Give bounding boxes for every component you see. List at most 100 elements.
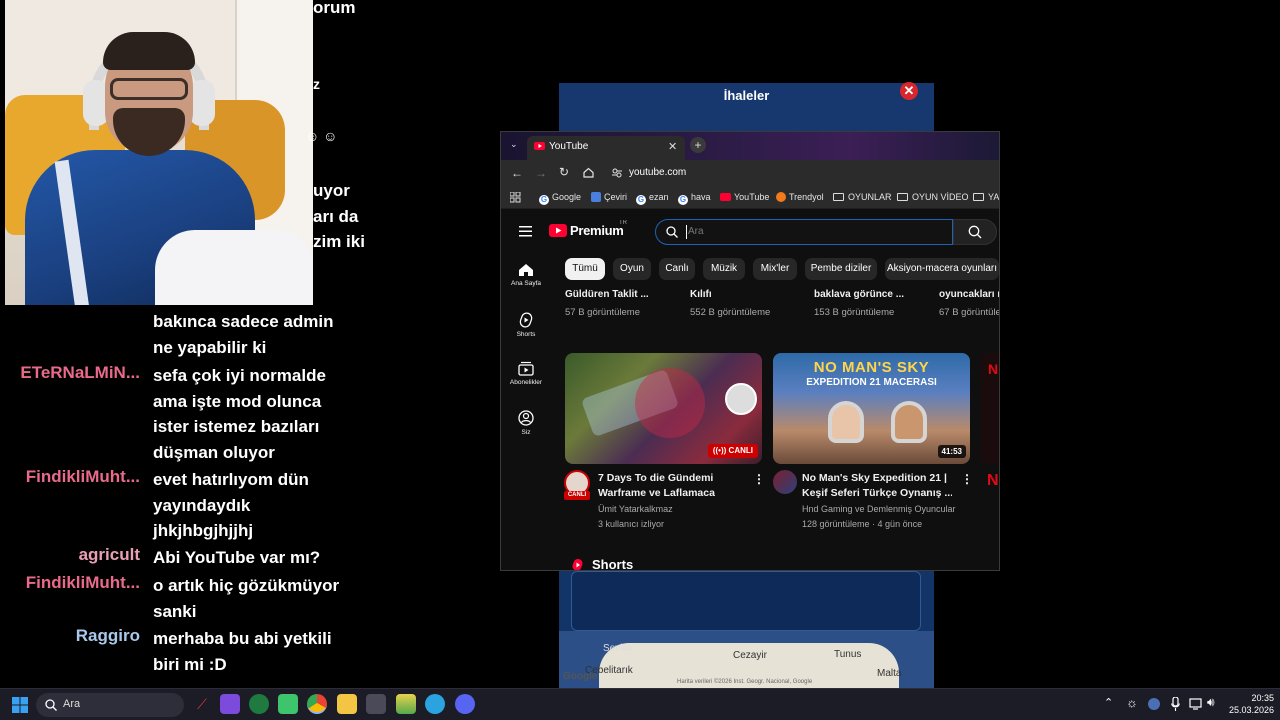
chat-username[interactable]: FindikliMuht...: [0, 573, 140, 593]
bookmark-label: hava: [691, 192, 711, 202]
steam-icon[interactable]: [1148, 698, 1160, 710]
video-views: 153 B görüntüleme: [814, 307, 895, 318]
chip-aksiyon-macera[interactable]: Aksiyon-macera oyunları: [885, 258, 999, 280]
sidebar-item-shorts[interactable]: Shorts: [504, 312, 548, 338]
channel-name[interactable]: Hnd Gaming ve Demlenmiş Oyuncular: [802, 504, 967, 514]
chat-text: bakınca sadece admin: [153, 312, 334, 331]
site-settings-icon[interactable]: [611, 167, 623, 179]
video-title[interactable]: oyuncakları r: [939, 289, 999, 300]
bookmark-google[interactable]: G Google: [539, 192, 581, 205]
back-icon[interactable]: ←: [511, 166, 523, 180]
home-icon[interactable]: [583, 167, 594, 178]
chip-tumu[interactable]: Tümü: [565, 258, 605, 280]
bookmark-folder-ya[interactable]: YA: [973, 192, 999, 202]
tab-list-icon[interactable]: ⌄: [510, 139, 518, 150]
windows-start-icon[interactable]: [12, 697, 28, 713]
menu-icon[interactable]: [519, 226, 532, 237]
video-title[interactable]: No Man's Sky Expedition 21 |: [802, 472, 952, 484]
calculator-icon[interactable]: [366, 694, 386, 714]
bookmark-label: Çeviri: [604, 192, 628, 202]
video-thumbnail[interactable]: ((•)) CANLI: [565, 353, 762, 464]
bookmark-ezan[interactable]: Gezan: [636, 192, 669, 205]
app-icon-green[interactable]: [278, 694, 298, 714]
video-title[interactable]: baklava görünce ...: [814, 289, 924, 300]
chat-username[interactable]: Raggiro: [0, 626, 140, 646]
chip-pembe-diziler[interactable]: Pembe diziler: [805, 258, 877, 280]
tab-youtube[interactable]: YouTube ✕: [527, 136, 685, 160]
video-title[interactable]: Güldüren Taklit ...: [565, 289, 675, 300]
telegram-icon[interactable]: [425, 694, 445, 714]
chip-oyun[interactable]: Oyun: [613, 258, 651, 280]
forward-icon[interactable]: →: [535, 166, 547, 180]
video-thumbnail[interactable]: N: [980, 353, 999, 464]
volume-icon[interactable]: 🔊︎: [1207, 695, 1215, 710]
sidebar-item-home[interactable]: Ana Sayfa: [504, 263, 548, 287]
google-icon: G: [539, 195, 549, 205]
search-button[interactable]: [953, 219, 997, 245]
live-icon: ((•)): [712, 446, 727, 455]
chip-mixler[interactable]: Mix'ler: [753, 258, 797, 280]
new-tab-icon[interactable]: +: [690, 137, 706, 153]
youtube-logo-icon[interactable]: [549, 224, 567, 237]
sidebar-item-you[interactable]: Siz: [504, 410, 548, 436]
folder-icon: [833, 193, 844, 201]
chat-username[interactable]: FindikliMuht...: [0, 467, 140, 487]
bookmark-label: YouTube: [734, 192, 770, 202]
chat-text: yayındaydık: [153, 496, 251, 515]
video-title[interactable]: Kılıfı: [690, 289, 800, 300]
bookmark-trendyol[interactable]: Trendyol: [776, 192, 824, 202]
subscriptions-icon: [518, 361, 534, 376]
close-tab-icon[interactable]: ✕: [668, 140, 677, 153]
search-placeholder: Ara: [688, 226, 704, 237]
video-title[interactable]: 7 Days To die Gündemi: [598, 472, 748, 484]
chip-canli[interactable]: Canlı: [659, 258, 695, 280]
sidebar-item-subscriptions[interactable]: Abonelikler: [504, 361, 548, 386]
channel-name[interactable]: Ümit Yatarkalkmaz: [598, 504, 673, 514]
video-title[interactable]: Warframe ve Laflamaca: [598, 487, 748, 499]
chat-username[interactable]: ETeRNaLMiN...: [0, 363, 140, 383]
chat-text: jhkjhbgjhjjhj: [153, 521, 254, 540]
microphone-icon[interactable]: [1171, 697, 1180, 711]
url-text[interactable]: youtube.com: [629, 167, 686, 178]
file-explorer-icon[interactable]: [337, 694, 357, 714]
more-options-icon[interactable]: ⋮: [753, 472, 765, 486]
network-icon[interactable]: [1189, 698, 1202, 710]
search-icon: [968, 225, 982, 239]
bookmark-ceviri[interactable]: Çeviri: [591, 192, 627, 202]
tray-expand-icon[interactable]: ⌃: [1104, 696, 1113, 709]
video-title[interactable]: Keşif Seferi Türkçe Oynanış ...: [802, 487, 952, 499]
search-input[interactable]: Ara: [655, 219, 953, 245]
channel-avatar[interactable]: [773, 470, 797, 494]
reload-icon[interactable]: ↻: [559, 165, 569, 179]
taskbar-search[interactable]: Ara: [36, 693, 184, 717]
app-icon-red[interactable]: ⟋: [192, 694, 212, 714]
xbox-icon[interactable]: [249, 694, 269, 714]
netflix-avatar[interactable]: N: [987, 472, 999, 490]
bookmark-youtube[interactable]: YouTube: [720, 192, 769, 202]
chip-muzik[interactable]: Müzik: [703, 258, 745, 280]
chrome-icon[interactable]: [307, 694, 327, 714]
more-options-icon[interactable]: ⋮: [961, 472, 973, 486]
sidebar-label: Shorts: [516, 331, 536, 338]
video-thumbnail[interactable]: NO MAN'S SKY EXPEDITION 21 MACERASI 41:5…: [773, 353, 970, 464]
discord-icon[interactable]: [455, 694, 475, 714]
bookmark-folder-oyun-video[interactable]: OYUN VİDEO: [897, 192, 969, 202]
clock-time[interactable]: 20:35: [1238, 693, 1274, 703]
sidebar-label: Siz: [521, 429, 531, 436]
bookmark-hava[interactable]: Ghava: [678, 192, 711, 205]
bookmark-label: Trendyol: [789, 192, 824, 202]
youtube-logo-text[interactable]: Premium: [570, 223, 624, 238]
brightness-icon[interactable]: ☼: [1126, 695, 1138, 710]
map-label: Tunus: [834, 649, 862, 660]
video-meta: 3 kullanıcı izliyor: [598, 519, 665, 529]
bluestacks-icon[interactable]: [396, 694, 416, 714]
close-icon[interactable]: ✕: [900, 82, 918, 100]
chat-username[interactable]: agricult: [0, 545, 140, 565]
clock-date[interactable]: 25.03.2026: [1222, 705, 1274, 715]
youtube-favicon: [720, 193, 731, 201]
twitch-studio-icon[interactable]: [220, 694, 240, 714]
browser-window: ⌄ YouTube ✕ + ← → ↻ youtube.com G Google …: [500, 131, 1000, 571]
bookmark-folder-oyunlar[interactable]: OYUNLAR: [833, 192, 892, 202]
apps-grid-icon[interactable]: [510, 192, 521, 203]
shorts-heading: Shorts: [592, 557, 634, 571]
